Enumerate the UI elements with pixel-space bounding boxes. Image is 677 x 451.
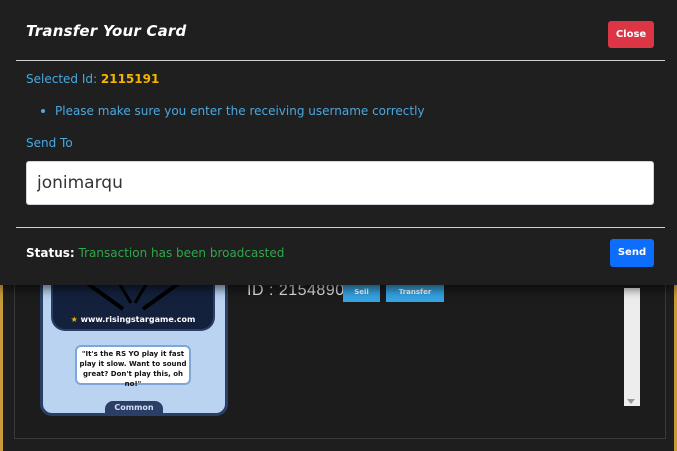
send-to-label: Send To: [26, 136, 73, 150]
selected-id-label: Selected Id:: [26, 72, 98, 86]
send-button[interactable]: Send: [610, 239, 654, 267]
close-button[interactable]: Close: [608, 21, 654, 48]
card-image[interactable]: ★ www.risingstargame.com "It's the RS YO…: [40, 270, 228, 416]
card-quote: "It's the RS YO play it fast play it slo…: [75, 345, 191, 388]
transfer-button[interactable]: Transfer: [386, 285, 444, 302]
status-label: Status:: [26, 246, 75, 260]
header-divider: [16, 60, 665, 61]
page-left-border: [0, 285, 3, 451]
star-icon: ★: [70, 315, 78, 324]
footer-divider: [16, 227, 665, 228]
status-row: Status: Transaction has been broadcasted: [26, 246, 284, 260]
list-scrollbar[interactable]: [624, 288, 640, 406]
username-note: Please make sure you enter the receiving…: [41, 104, 425, 118]
selected-id-row: Selected Id: 2115191: [26, 72, 159, 86]
scroll-down-arrow-icon[interactable]: [627, 399, 635, 404]
transfer-card-modal: Transfer Your Card Close Selected Id: 21…: [0, 0, 677, 285]
card-rarity-label: Common: [105, 401, 163, 413]
status-message: Transaction has been broadcasted: [78, 246, 285, 260]
card-url: ★ www.risingstargame.com: [70, 315, 196, 324]
username-input[interactable]: [26, 161, 654, 205]
modal-title: Transfer Your Card: [26, 22, 187, 40]
sell-button[interactable]: Sell: [343, 285, 380, 302]
bullet-icon: [41, 108, 45, 113]
selected-id-value: 2115191: [100, 72, 160, 86]
username-note-text: Please make sure you enter the receiving…: [55, 104, 425, 118]
